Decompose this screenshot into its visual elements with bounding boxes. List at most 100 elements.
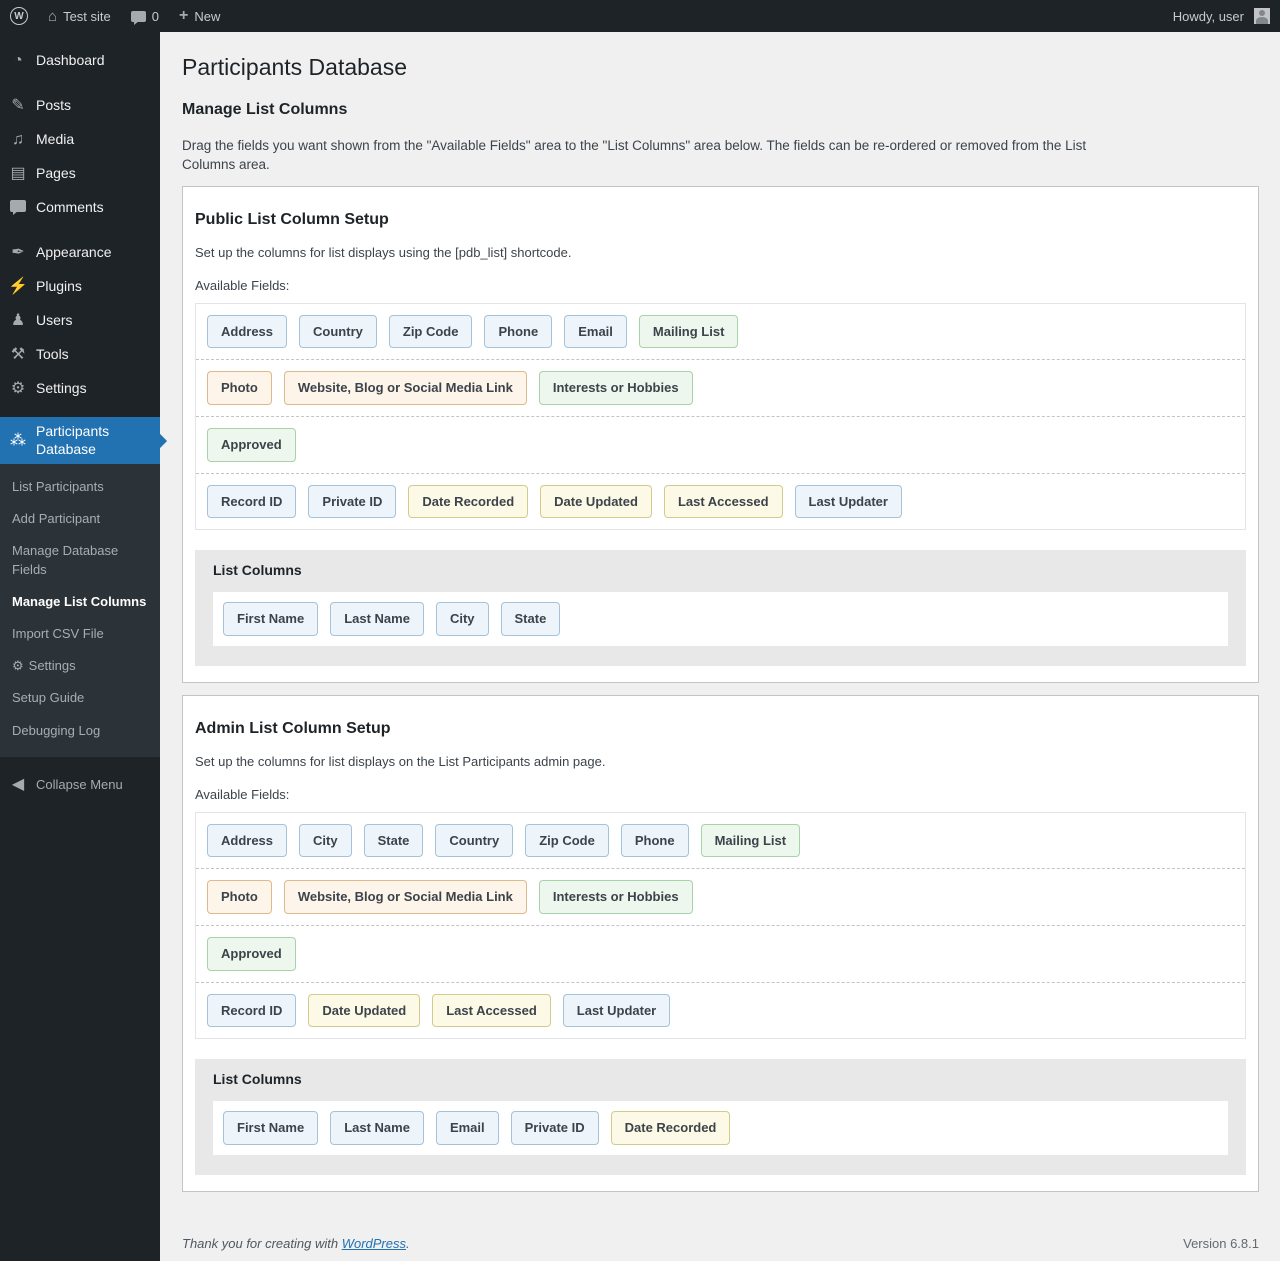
menu-separator (0, 225, 160, 236)
participants-icon: ⁂ (0, 433, 36, 449)
field-chip-last-name[interactable]: Last Name (330, 602, 424, 636)
submenu-item-debugging-log[interactable]: Debugging Log (0, 715, 160, 747)
page-title: Participants Database (182, 53, 1259, 83)
site-name-link[interactable]: ⌂ Test site (38, 0, 121, 32)
field-chip-photo[interactable]: Photo (207, 880, 272, 914)
settings-icon: ⚙ (0, 381, 36, 397)
admin-list-columns-dropzone[interactable]: First Name Last Name Email Private ID Date R… (213, 1101, 1228, 1155)
sidebar-item-appearance[interactable]: ✒Appearance (0, 236, 160, 270)
field-chip-date-updated[interactable]: Date Updated (540, 485, 652, 519)
plus-icon: + (179, 8, 188, 24)
field-chip-last-accessed[interactable]: Last Accessed (432, 994, 551, 1028)
main-content: Participants Database Manage List Column… (160, 0, 1280, 1261)
users-icon: ♟ (0, 313, 36, 329)
sidebar-item-pages[interactable]: ▤Pages (0, 157, 160, 191)
sidebar-item-plugins[interactable]: ⚡Plugins (0, 270, 160, 304)
submenu-item-label: Manage Database Fields (12, 542, 148, 578)
submenu-item-manage-list-columns[interactable]: Manage List Columns (0, 586, 160, 618)
list-columns-title: List Columns (213, 1071, 1228, 1087)
wordpress-logo-icon (10, 7, 28, 25)
field-chip-state[interactable]: State (501, 602, 561, 636)
field-chip-record-id[interactable]: Record ID (207, 994, 296, 1028)
submenu-item-label: Setup Guide (12, 689, 84, 707)
wordpress-menu[interactable] (0, 0, 38, 32)
wordpress-link[interactable]: WordPress (342, 1236, 406, 1251)
sidebar-item-label: Participants Database (36, 423, 156, 458)
field-chip-first-name[interactable]: First Name (223, 1111, 318, 1145)
field-chip-zip-code[interactable]: Zip Code (525, 824, 609, 858)
field-chip-last-accessed[interactable]: Last Accessed (664, 485, 783, 519)
submenu-item-settings[interactable]: ⚙Settings (0, 650, 160, 682)
field-chip-phone[interactable]: Phone (484, 315, 552, 349)
field-chip-approved[interactable]: Approved (207, 428, 296, 462)
field-chip-private-id[interactable]: Private ID (511, 1111, 599, 1145)
list-columns-title: List Columns (213, 562, 1228, 578)
field-chip-city[interactable]: City (299, 824, 352, 858)
menu-separator (0, 78, 160, 89)
field-chip-mailing-list[interactable]: Mailing List (639, 315, 739, 349)
field-chip-email[interactable]: Email (436, 1111, 499, 1145)
sidebar-item-tools[interactable]: ⚒Tools (0, 338, 160, 372)
field-chip-private-id[interactable]: Private ID (308, 485, 396, 519)
field-chip-website-blog-or-social-media-link[interactable]: Website, Blog or Social Media Link (284, 880, 527, 914)
sidebar-item-settings[interactable]: ⚙Settings (0, 372, 160, 406)
sidebar-item-users[interactable]: ♟Users (0, 304, 160, 338)
field-chip-address[interactable]: Address (207, 315, 287, 349)
available-fields-label: Available Fields: (195, 787, 1246, 802)
field-chip-country[interactable]: Country (435, 824, 513, 858)
submenu-item-label: Import CSV File (12, 625, 104, 643)
field-chip-first-name[interactable]: First Name (223, 602, 318, 636)
sidebar-item-dashboard[interactable]: ◔Dashboard (0, 44, 160, 78)
field-chip-date-updated[interactable]: Date Updated (308, 994, 420, 1028)
available-fields-row: Approved (196, 926, 1245, 983)
sidebar-item-media[interactable]: ♫Media (0, 123, 160, 157)
sidebar-item-participants-database[interactable]: ⁂Participants Database (0, 417, 160, 464)
field-chip-address[interactable]: Address (207, 824, 287, 858)
available-fields-row: Photo Website, Blog or Social Media Link I… (196, 869, 1245, 926)
field-chip-email[interactable]: Email (564, 315, 627, 349)
new-content-link[interactable]: + New (169, 0, 230, 32)
field-chip-state[interactable]: State (364, 824, 424, 858)
sidebar-item-label: Plugins (36, 278, 82, 296)
comments-link[interactable]: 0 (121, 0, 169, 32)
field-chip-mailing-list[interactable]: Mailing List (701, 824, 801, 858)
media-icon: ♫ (0, 132, 36, 148)
submenu-item-label: Debugging Log (12, 722, 100, 740)
field-chip-last-name[interactable]: Last Name (330, 1111, 424, 1145)
howdy-text: Howdy, user (1173, 9, 1244, 24)
sidebar-item-label: Tools (36, 346, 69, 364)
collapse-icon: ◀ (0, 777, 36, 793)
field-chip-date-recorded[interactable]: Date Recorded (611, 1111, 731, 1145)
collapse-menu-button[interactable]: ◀ Collapse Menu (0, 769, 160, 801)
avatar (1254, 8, 1270, 24)
submenu-item-add-participant[interactable]: Add Participant (0, 503, 160, 535)
field-chip-last-updater[interactable]: Last Updater (563, 994, 670, 1028)
submenu-item-list-participants[interactable]: List Participants (0, 471, 160, 503)
admin-list-column-setup-panel: Admin List Column Setup Set up the colum… (182, 695, 1259, 1192)
submenu-item-manage-database-fields[interactable]: Manage Database Fields (0, 535, 160, 585)
field-chip-photo[interactable]: Photo (207, 371, 272, 405)
admin-list-columns-area: List Columns First Name Last Name Email Pri… (195, 1059, 1246, 1175)
available-fields-row: Record ID Private ID Date Recorded Date Upd… (196, 474, 1245, 530)
account-menu[interactable]: Howdy, user (1163, 0, 1280, 32)
page-description: Drag the fields you want shown from the … (182, 136, 1117, 174)
field-chip-date-recorded[interactable]: Date Recorded (408, 485, 528, 519)
sidebar-item-comments[interactable]: Comments (0, 191, 160, 225)
field-chip-record-id[interactable]: Record ID (207, 485, 296, 519)
sidebar-item-posts[interactable]: ✎Posts (0, 89, 160, 123)
field-chip-last-updater[interactable]: Last Updater (795, 485, 902, 519)
field-chip-zip-code[interactable]: Zip Code (389, 315, 473, 349)
field-chip-interests-or-hobbies[interactable]: Interests or Hobbies (539, 880, 693, 914)
submenu-item-setup-guide[interactable]: Setup Guide (0, 682, 160, 714)
available-fields-row: Approved (196, 417, 1245, 474)
field-chip-website-blog-or-social-media-link[interactable]: Website, Blog or Social Media Link (284, 371, 527, 405)
field-chip-city[interactable]: City (436, 602, 489, 636)
field-chip-country[interactable]: Country (299, 315, 377, 349)
field-chip-phone[interactable]: Phone (621, 824, 689, 858)
appearance-icon: ✒ (0, 245, 36, 261)
submenu-item-import-csv-file[interactable]: Import CSV File (0, 618, 160, 650)
sidebar-item-label: Settings (36, 380, 87, 398)
field-chip-interests-or-hobbies[interactable]: Interests or Hobbies (539, 371, 693, 405)
field-chip-approved[interactable]: Approved (207, 937, 296, 971)
public-list-columns-dropzone[interactable]: First Name Last Name City State (213, 592, 1228, 646)
